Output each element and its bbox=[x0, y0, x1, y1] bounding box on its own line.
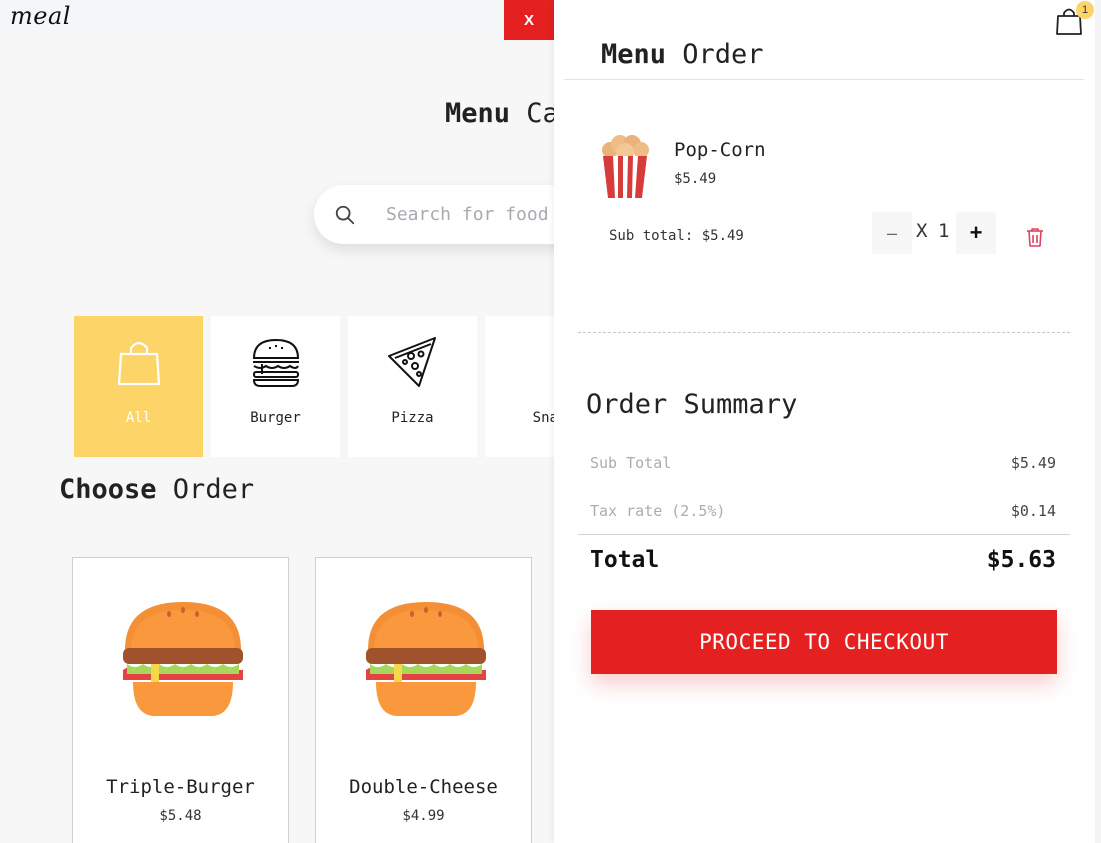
dashed-divider bbox=[578, 332, 1070, 333]
cart-title-rest: Order bbox=[666, 39, 764, 70]
cart-item-subtotal: Sub total: $5.49 bbox=[609, 228, 744, 244]
choose-title-rest: Order bbox=[156, 474, 255, 505]
choose-title-strong: Choose bbox=[59, 474, 157, 505]
category-label: Burger bbox=[250, 410, 301, 426]
total-value: $5.63 bbox=[986, 547, 1056, 573]
product-card-triple-burger[interactable]: Triple-Burger $5.48 bbox=[72, 557, 289, 843]
cart-item-name: Pop-Corn bbox=[674, 139, 766, 161]
category-pizza[interactable]: Pizza bbox=[348, 316, 477, 457]
logo[interactable]: meal bbox=[10, 2, 71, 30]
burger-icon bbox=[252, 338, 299, 387]
tax-label: Tax rate (2.5%) bbox=[590, 502, 726, 520]
decrease-quantity-button[interactable]: – bbox=[872, 212, 912, 254]
subtotal-value: $5.49 bbox=[1010, 454, 1056, 472]
quantity-value: 1 bbox=[938, 220, 950, 242]
close-cart-button[interactable]: X bbox=[504, 0, 554, 40]
scrollbar-track[interactable] bbox=[1095, 0, 1101, 843]
pizza-icon bbox=[387, 337, 436, 387]
product-name: Double-Cheese bbox=[349, 776, 498, 798]
burger-image bbox=[123, 602, 243, 716]
product-name: Triple-Burger bbox=[106, 776, 255, 798]
total-label: Total bbox=[590, 547, 660, 573]
app-root: meal X Menu Ca All Burger bbox=[0, 0, 1101, 843]
summary-divider bbox=[578, 534, 1070, 535]
product-price: $4.99 bbox=[402, 808, 445, 824]
category-burger[interactable]: Burger bbox=[211, 316, 340, 457]
shopping-bag-icon bbox=[117, 341, 160, 386]
choose-order-title: Choose Order bbox=[59, 474, 254, 505]
category-all[interactable]: All bbox=[74, 316, 203, 457]
product-price: $5.48 bbox=[159, 808, 202, 824]
divider bbox=[564, 79, 1084, 80]
order-summary-title: Order Summary bbox=[586, 389, 798, 420]
burger-image bbox=[366, 602, 486, 716]
cart-title-strong: Menu bbox=[601, 39, 667, 70]
trash-icon[interactable] bbox=[1026, 227, 1044, 247]
menu-title-strong: Menu bbox=[445, 98, 511, 129]
product-card-double-cheese[interactable]: Double-Cheese $4.99 bbox=[315, 557, 532, 843]
top-bar: meal X bbox=[0, 0, 560, 42]
cart-item-price: $5.49 bbox=[674, 171, 717, 187]
cart-drawer: 1 Menu Order Pop-Corn $5.49 Sub total: $… bbox=[554, 0, 1095, 843]
quantity-multiplier: X bbox=[916, 220, 928, 242]
category-label: Pizza bbox=[391, 410, 434, 426]
tax-value: $0.14 bbox=[1010, 502, 1056, 520]
popcorn-image bbox=[602, 135, 649, 198]
cart-count-badge: 1 bbox=[1076, 1, 1094, 19]
cart-title: Menu Order bbox=[601, 39, 764, 70]
increase-quantity-button[interactable]: + bbox=[956, 212, 996, 254]
proceed-to-checkout-button[interactable]: PROCEED TO CHECKOUT bbox=[591, 610, 1057, 674]
category-label: All bbox=[125, 410, 152, 426]
menu-title-rest: Ca bbox=[510, 98, 559, 129]
subtotal-label: Sub Total bbox=[590, 454, 672, 472]
search-icon bbox=[335, 205, 355, 224]
menu-category-title: Menu Ca bbox=[445, 98, 559, 129]
